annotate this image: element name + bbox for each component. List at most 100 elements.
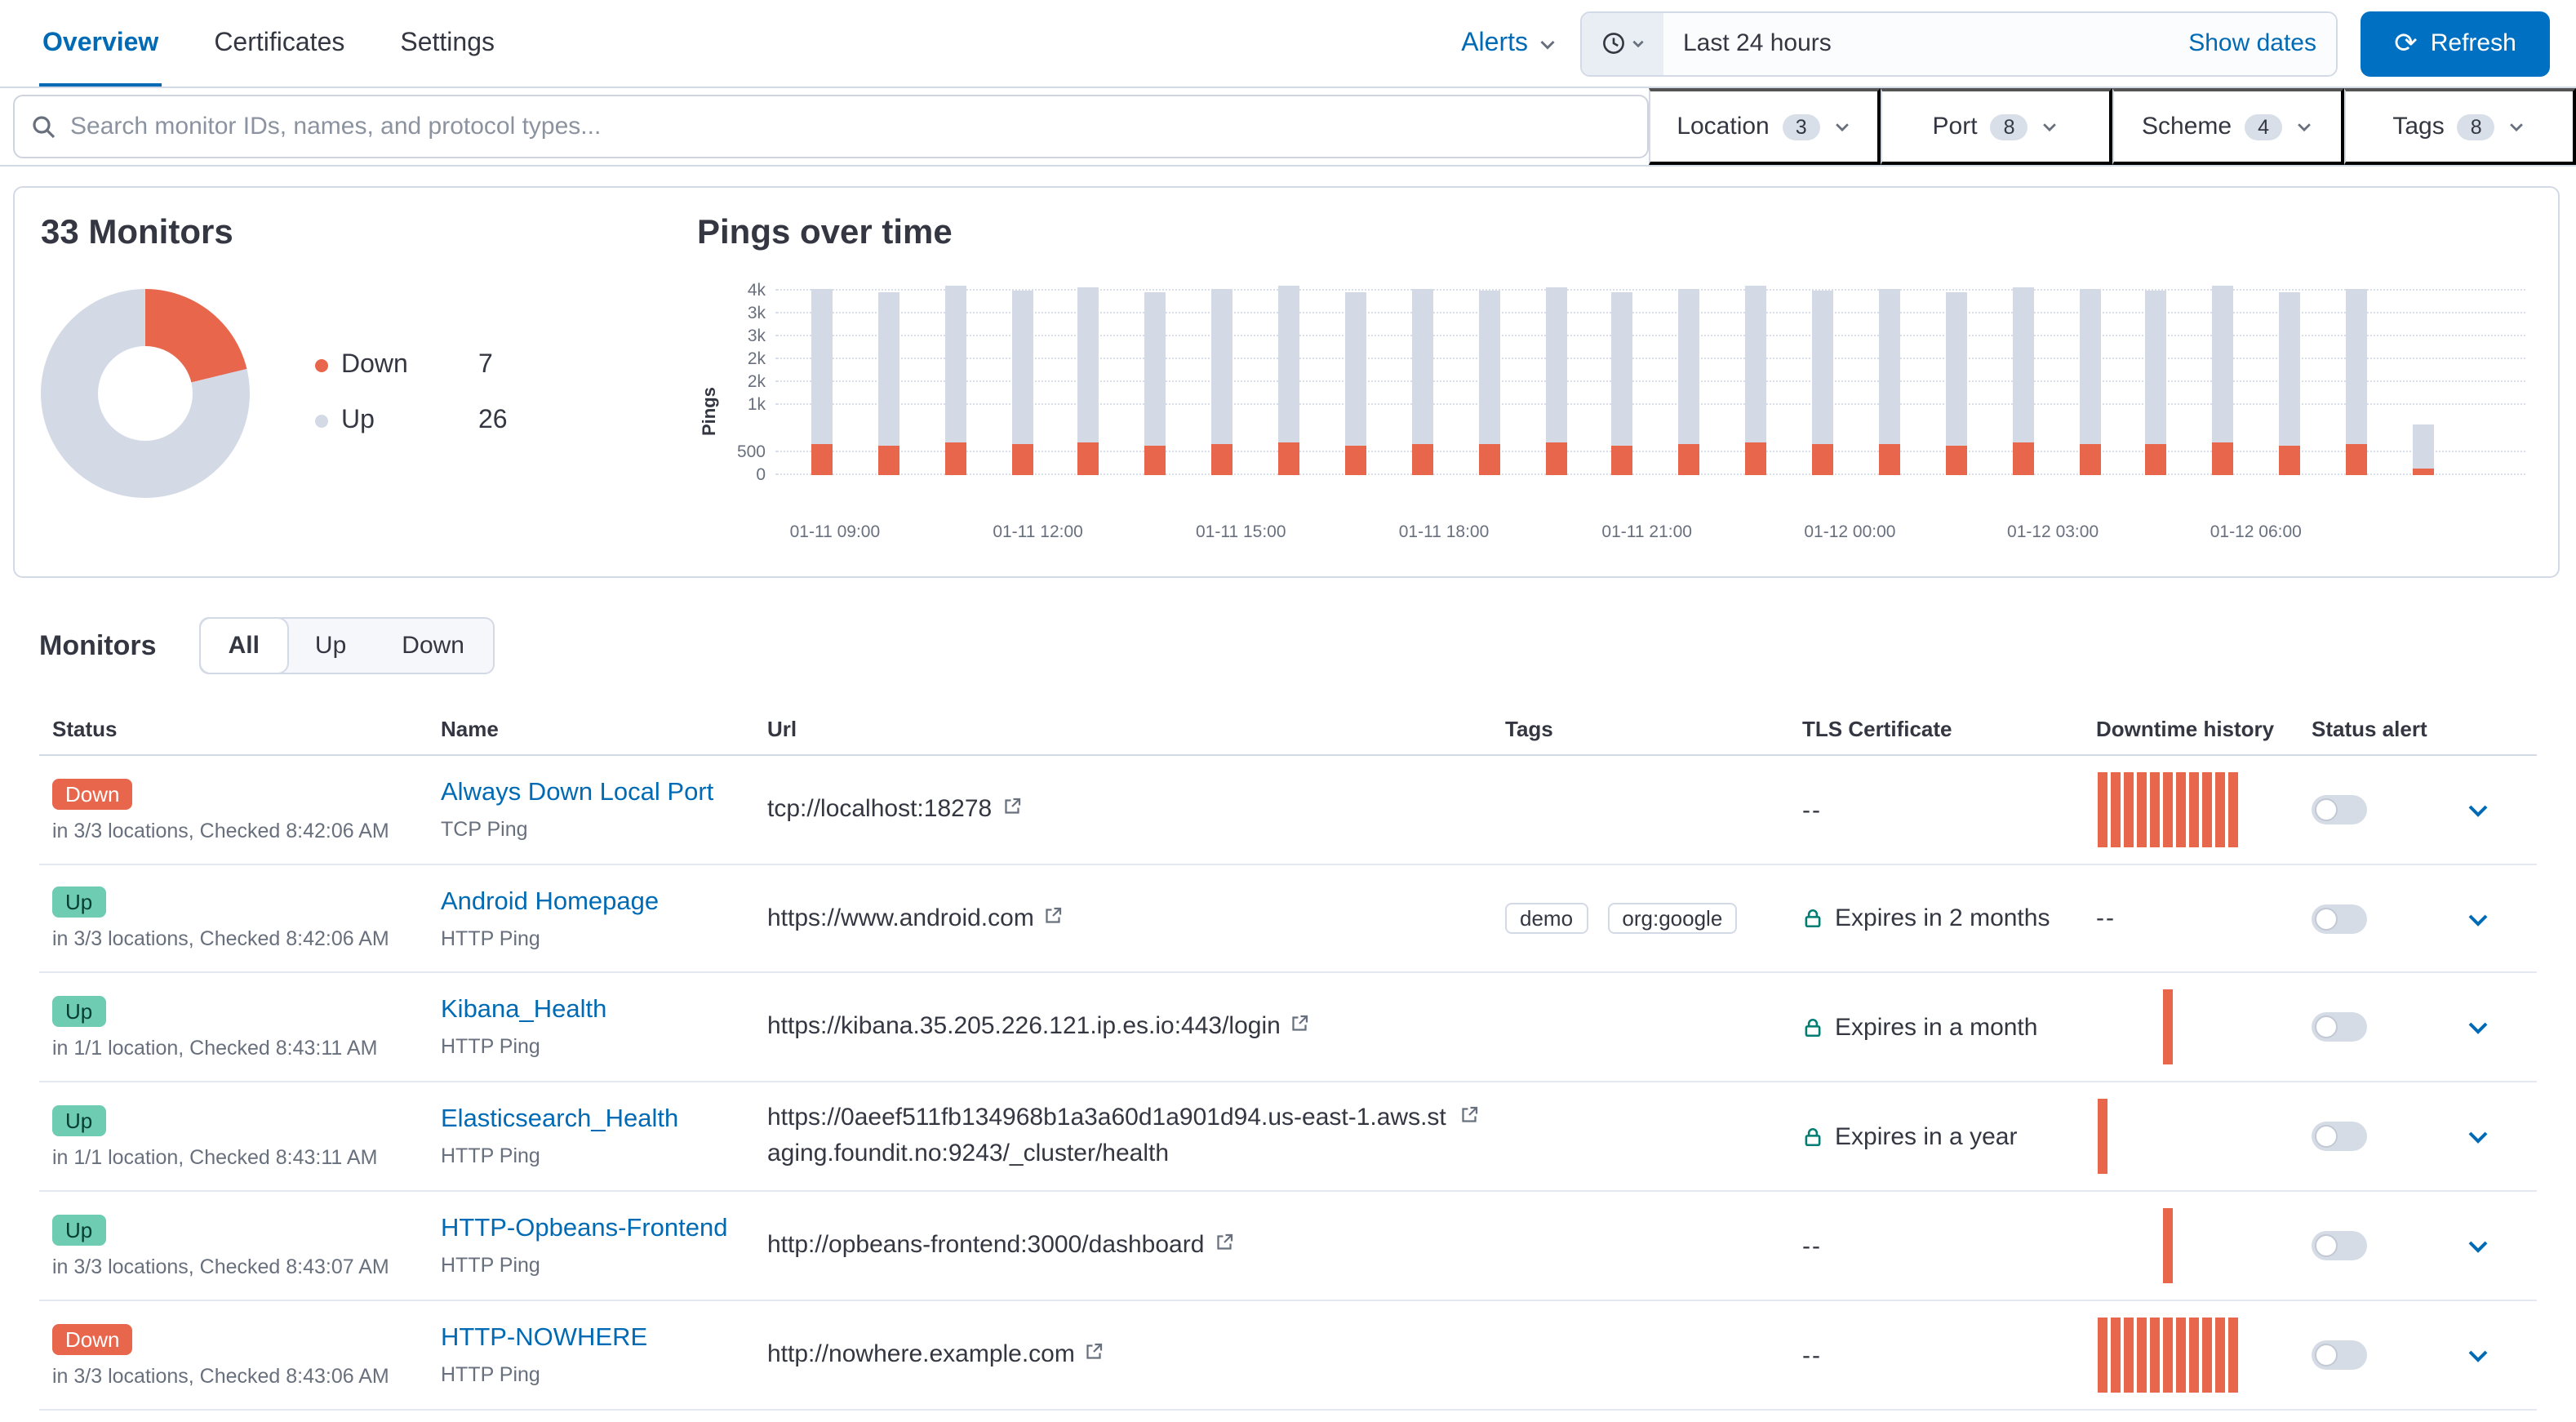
- name-cell: Always Down Local Port TCP Ping: [428, 762, 754, 857]
- ping-bar-down-segment: [811, 443, 833, 475]
- status-alert-toggle[interactable]: [2312, 1122, 2367, 1151]
- expand-row-button[interactable]: [2458, 899, 2498, 938]
- filter-port-count: 8: [1991, 113, 2028, 140]
- filter-scheme[interactable]: Scheme 4: [2112, 88, 2344, 165]
- ping-bar-slot: [1856, 276, 1923, 475]
- ping-bar-slot: [788, 276, 855, 475]
- ping-bar-up-segment: [878, 292, 899, 445]
- url-cell: https://kibana.35.205.226.121.ip.es.io:4…: [754, 993, 1492, 1061]
- status-alert-toggle[interactable]: [2312, 1340, 2367, 1370]
- monitor-link[interactable]: Android Homepage: [441, 887, 659, 915]
- expand-row-button[interactable]: [2458, 1226, 2498, 1265]
- status-detail: in 3/3 locations, Checked 8:43:06 AM: [52, 1364, 415, 1387]
- filter-tags[interactable]: Tags 8: [2344, 88, 2576, 165]
- status-alert-toggle[interactable]: [2312, 795, 2367, 824]
- pings-plot: [775, 276, 2525, 475]
- toggle-knob: [2315, 1125, 2338, 1148]
- refresh-label: Refresh: [2431, 29, 2516, 57]
- downtime-bar: [2163, 772, 2172, 847]
- status-cell: Up in 1/1 location, Checked 8:43:11 AM: [39, 1088, 428, 1184]
- search-box: [13, 95, 1649, 158]
- monitor-url[interactable]: https://www.android.com: [767, 900, 1034, 936]
- ping-bar-slot: [1189, 276, 1256, 475]
- tab-overview[interactable]: Overview: [39, 0, 162, 87]
- expand-row-button[interactable]: [2458, 1335, 2498, 1375]
- ping-bar-down-segment: [2012, 443, 2033, 475]
- external-link-icon[interactable]: [1214, 1233, 1233, 1252]
- filter-location-label: Location: [1677, 113, 1769, 140]
- monitor-url[interactable]: https://kibana.35.205.226.121.ip.es.io:4…: [767, 1009, 1281, 1045]
- tag-badge[interactable]: org:google: [1607, 903, 1737, 934]
- status-badge: Up: [52, 1214, 105, 1245]
- tab-certificates[interactable]: Certificates: [211, 0, 348, 87]
- monitor-url[interactable]: https://0aeef511fb134968b1a3a60d1a901d94…: [767, 1101, 1450, 1172]
- ping-bar-up-segment: [811, 288, 833, 443]
- chevron-down-icon: [2465, 1014, 2491, 1040]
- ping-bar-slot: [1990, 276, 2057, 475]
- view-all-button[interactable]: All: [201, 619, 287, 673]
- downtime-gap: [2215, 1099, 2224, 1174]
- status-alert-toggle[interactable]: [2312, 1012, 2367, 1042]
- ping-bar-down-segment: [2213, 442, 2234, 475]
- tab-settings[interactable]: Settings: [397, 0, 498, 87]
- y-tick-label: 2k: [748, 373, 766, 393]
- expand-row-button[interactable]: [2458, 1117, 2498, 1156]
- external-link-icon[interactable]: [1085, 1342, 1104, 1362]
- status-cell: Down in 3/3 locations, Checked 8:42:06 A…: [39, 762, 428, 858]
- tls-cell: --: [1789, 1215, 2083, 1276]
- downtime-gap: [2150, 1208, 2159, 1283]
- monitors-title: Monitors: [39, 629, 157, 662]
- status-alert-toggle[interactable]: [2312, 904, 2367, 933]
- downtime-bar: [2111, 772, 2120, 847]
- ping-bar-down-segment: [1545, 443, 1566, 475]
- monitor-url[interactable]: tcp://localhost:18278: [767, 792, 992, 828]
- expand-row-button[interactable]: [2458, 1007, 2498, 1047]
- downtime-cell: [2083, 1301, 2298, 1409]
- tags-cell: [1492, 1339, 1789, 1371]
- external-link-icon[interactable]: [1044, 905, 1064, 925]
- monitor-url[interactable]: http://nowhere.example.com: [767, 1337, 1075, 1373]
- expand-row-button[interactable]: [2458, 790, 2498, 829]
- url-cell: tcp://localhost:18278: [754, 775, 1492, 844]
- external-link-icon[interactable]: [1002, 797, 1021, 816]
- table-row: Up in 1/1 location, Checked 8:43:11 AM K…: [39, 973, 2537, 1082]
- ping-bar-up-segment: [1345, 292, 1366, 445]
- monitors-count-title: 33 Monitors: [41, 214, 648, 253]
- downtime-gap: [2176, 989, 2185, 1064]
- external-link-icon[interactable]: [1290, 1014, 1310, 1033]
- date-range-display[interactable]: Last 24 hours Show dates: [1663, 12, 2336, 74]
- monitor-link[interactable]: HTTP-Opbeans-Frontend: [441, 1215, 728, 1242]
- downtime-bar: [2124, 1318, 2133, 1393]
- external-link-icon[interactable]: [1459, 1106, 1479, 1126]
- monitor-url[interactable]: http://opbeans-frontend:3000/dashboard: [767, 1228, 1204, 1264]
- status-badge: Up: [52, 887, 105, 918]
- show-dates-link[interactable]: Show dates: [2188, 29, 2316, 57]
- downtime-gap: [2228, 1208, 2237, 1283]
- search-input[interactable]: [70, 113, 1631, 140]
- ping-bar-up-segment: [1545, 287, 1566, 443]
- monitor-link[interactable]: HTTP-NOWHERE: [441, 1324, 647, 1352]
- view-up-button[interactable]: Up: [287, 619, 374, 673]
- ping-bar-slot: [1656, 276, 1723, 475]
- tag-badge[interactable]: demo: [1505, 903, 1588, 934]
- chevron-down-icon: [2295, 118, 2313, 136]
- ping-bar-down-segment: [878, 445, 899, 475]
- filter-location-count: 3: [1783, 113, 1820, 140]
- alerts-menu-button[interactable]: Alerts: [1461, 29, 1557, 58]
- status-filter-group: All Up Down: [199, 617, 494, 674]
- monitor-link[interactable]: Always Down Local Port: [441, 779, 713, 807]
- monitor-link[interactable]: Elasticsearch_Health: [441, 1105, 678, 1133]
- monitor-link[interactable]: Kibana_Health: [441, 996, 606, 1024]
- status-detail: in 1/1 location, Checked 8:43:11 AM: [52, 1036, 415, 1059]
- legend-up-label: Up: [341, 407, 446, 436]
- status-alert-toggle[interactable]: [2312, 1231, 2367, 1260]
- filter-location[interactable]: Location 3: [1649, 88, 1881, 165]
- chevron-down-icon: [1833, 118, 1851, 136]
- refresh-button[interactable]: ⟳ Refresh: [2361, 11, 2550, 76]
- ping-bar-up-segment: [1412, 288, 1433, 443]
- ping-bar-up-segment: [2346, 290, 2367, 445]
- quick-select-button[interactable]: [1582, 12, 1663, 74]
- filter-port[interactable]: Port 8: [1881, 88, 2112, 165]
- ping-bar-up-segment: [2079, 290, 2100, 445]
- view-down-button[interactable]: Down: [374, 619, 492, 673]
